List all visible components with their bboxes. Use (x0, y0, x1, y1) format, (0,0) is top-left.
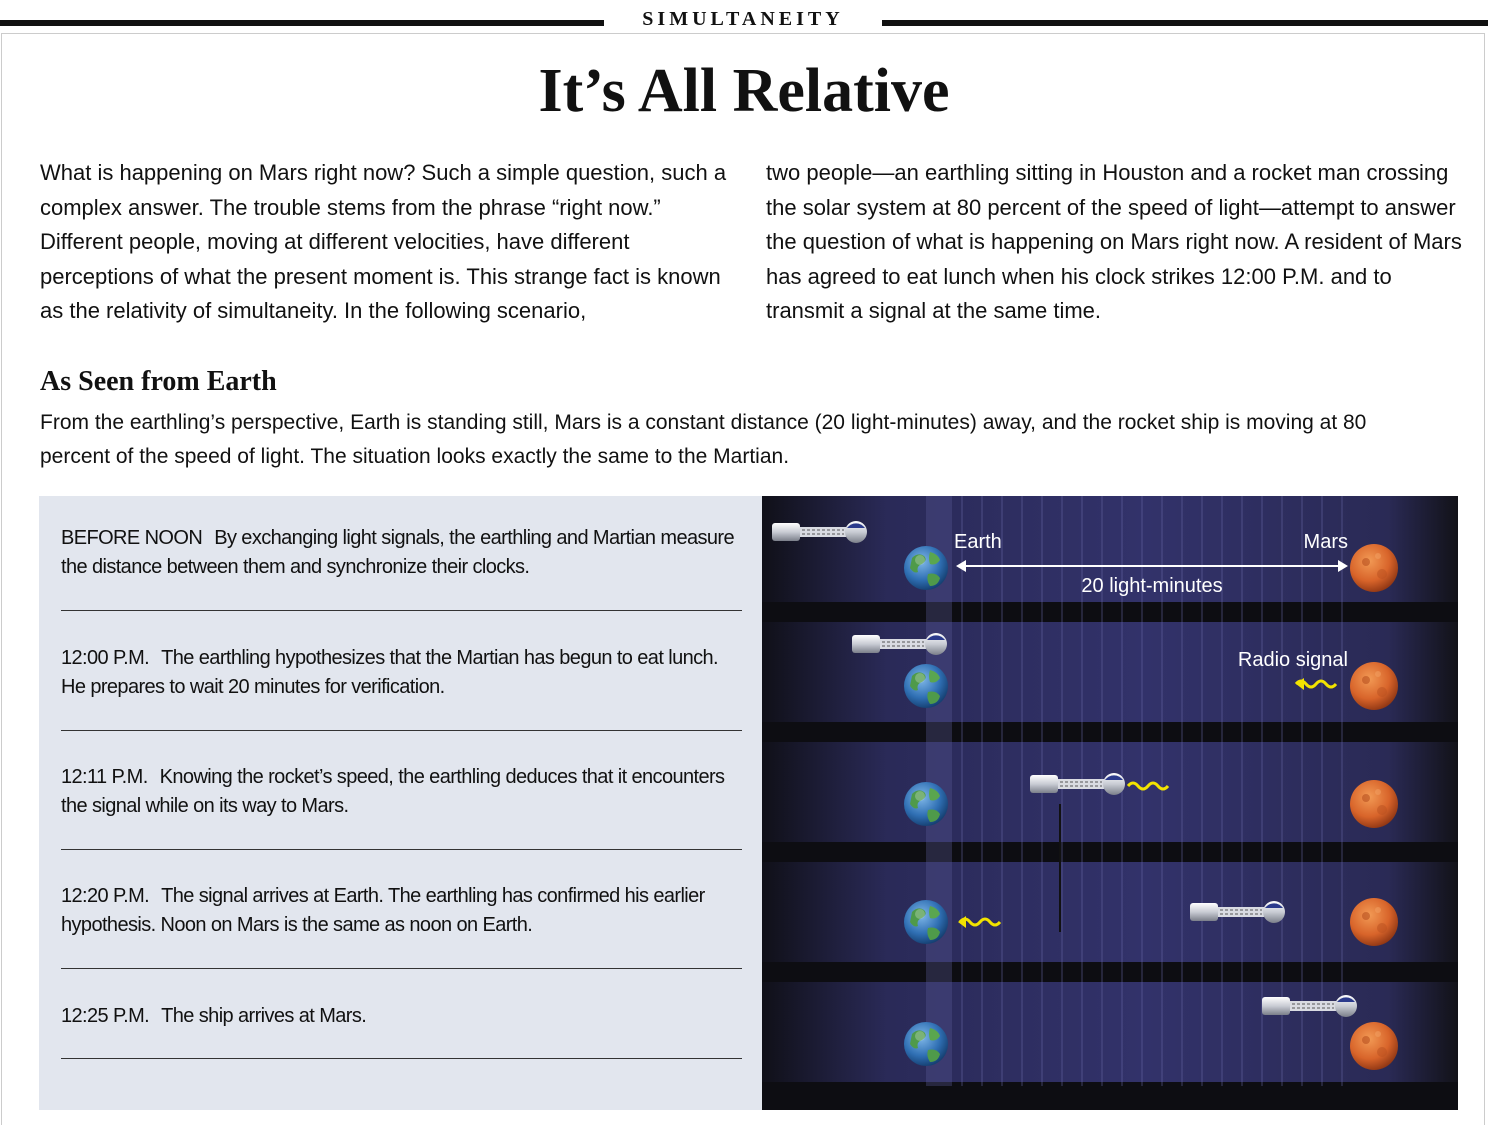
step-divider (61, 849, 742, 850)
section-kicker: SIMULTANEITY (642, 8, 844, 30)
earth-icon (904, 664, 948, 708)
step-1220: 12:20 P.M. The signal arrives at Earth. T… (61, 882, 743, 940)
top-rule-right (882, 20, 1488, 26)
step-text: The ship arrives at Mars. (161, 1005, 367, 1027)
step-time: 12:11 P.M. (61, 766, 148, 788)
steps-panel: BEFORE NOON By exchanging light signals, … (39, 496, 762, 1110)
earth-icon (904, 782, 948, 826)
step-text: Knowing the rocket’s speed, the earthlin… (61, 766, 725, 817)
section-description: From the earthling’s perspective, Earth … (40, 411, 1367, 468)
distance-label: 20 light-minutes (1081, 575, 1222, 597)
step-time: 12:25 P.M. (61, 1005, 150, 1027)
step-text: The signal arrives at Earth. The earthli… (61, 885, 705, 936)
step-divider (61, 1058, 742, 1059)
intro-column-left: What is happening on Mars right now? Suc… (40, 160, 727, 324)
step-divider (61, 610, 742, 611)
step-divider (61, 730, 742, 731)
step-1200: 12:00 P.M. The earthling hypothesizes tha… (61, 644, 743, 702)
mars-icon (1350, 898, 1398, 946)
radio-signal-label: Radio signal (1238, 649, 1348, 671)
mars-icon (1350, 662, 1398, 710)
earth-label: Earth (954, 531, 1002, 553)
section-heading: As Seen from Earth (40, 366, 277, 397)
earth-icon (904, 1022, 948, 1066)
step-1225: 12:25 P.M. The ship arrives at Mars. (61, 1002, 743, 1031)
mars-icon (1350, 1022, 1398, 1070)
top-rule-left (0, 20, 604, 26)
earth-icon (904, 900, 948, 944)
step-before-noon: BEFORE NOON By exchanging light signals, … (61, 524, 743, 582)
intro-column-right: two people—an earthling sitting in Houst… (766, 160, 1462, 324)
step-text: The earthling hypothesizes that the Mart… (61, 647, 719, 698)
step-time: 12:20 P.M. (61, 885, 150, 907)
step-time: 12:00 P.M. (61, 647, 150, 669)
mars-icon (1350, 780, 1398, 828)
step-1211: 12:11 P.M. Knowing the rocket’s speed, th… (61, 763, 743, 821)
band-1225 (762, 982, 1458, 1082)
step-time: BEFORE NOON (61, 527, 203, 549)
mars-label: Mars (1304, 531, 1348, 553)
mars-icon (1350, 544, 1398, 592)
article-title: It’s All Relative (538, 57, 950, 125)
step-divider (61, 968, 742, 969)
spacetime-illustration: Earth Mars 20 light-minutes Radio signal (762, 496, 1458, 1110)
earth-icon (904, 546, 948, 590)
